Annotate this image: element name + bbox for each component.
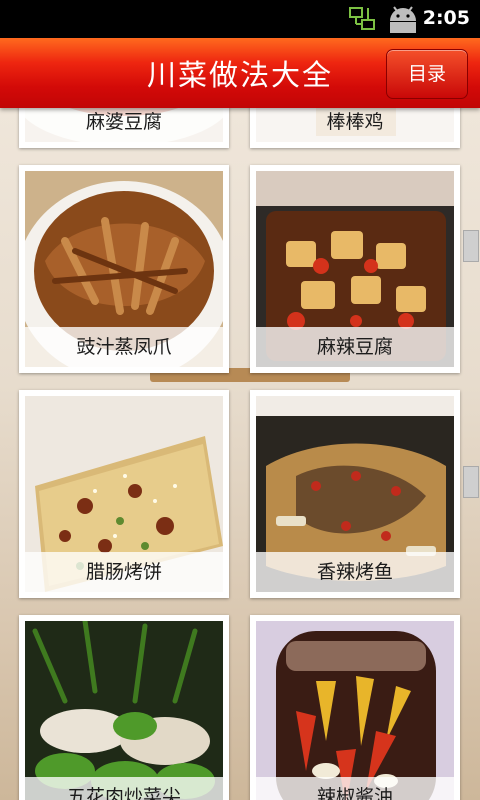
recipe-name: 麻辣豆腐	[256, 327, 454, 367]
recipe-card[interactable]: 麻婆豆腐	[19, 108, 229, 148]
recipe-name: 香辣烤鱼	[256, 552, 454, 592]
recipe-card[interactable]: 辣椒酱油	[250, 615, 460, 800]
recipe-name: 五花肉炒菜尖	[25, 777, 223, 800]
recipe-grid[interactable]: 麻婆豆腐 棒棒鸡 豉汁蒸凤爪 麻辣豆腐 腊肠烤饼 香辣烤鱼 五花肉炒菜尖 辣椒酱…	[0, 108, 480, 800]
menu-button[interactable]: 目录	[386, 49, 468, 99]
recipe-name: 腊肠烤饼	[25, 552, 223, 592]
recipe-card[interactable]: 棒棒鸡	[250, 108, 460, 148]
recipe-name: 麻婆豆腐	[25, 108, 223, 142]
recipe-name: 豉汁蒸凤爪	[25, 327, 223, 367]
background-hinge	[463, 230, 479, 262]
recipe-photo	[25, 621, 223, 800]
recipe-card[interactable]: 麻辣豆腐	[250, 165, 460, 373]
recipe-card[interactable]: 香辣烤鱼	[250, 390, 460, 598]
recipe-card[interactable]: 腊肠烤饼	[19, 390, 229, 598]
network-sync-icon	[349, 7, 375, 30]
recipe-name: 辣椒酱油	[256, 777, 454, 800]
background-hinge	[463, 466, 479, 498]
recipe-name: 棒棒鸡	[256, 108, 454, 142]
recipe-card[interactable]: 五花肉炒菜尖	[19, 615, 229, 800]
status-bar: 2:05	[0, 0, 480, 38]
status-time: 2:05	[422, 7, 470, 29]
app-header: 川菜做法大全 目录	[0, 38, 480, 108]
recipe-card[interactable]: 豉汁蒸凤爪	[19, 165, 229, 373]
recipe-photo	[256, 621, 454, 800]
android-debug-icon	[390, 6, 416, 33]
